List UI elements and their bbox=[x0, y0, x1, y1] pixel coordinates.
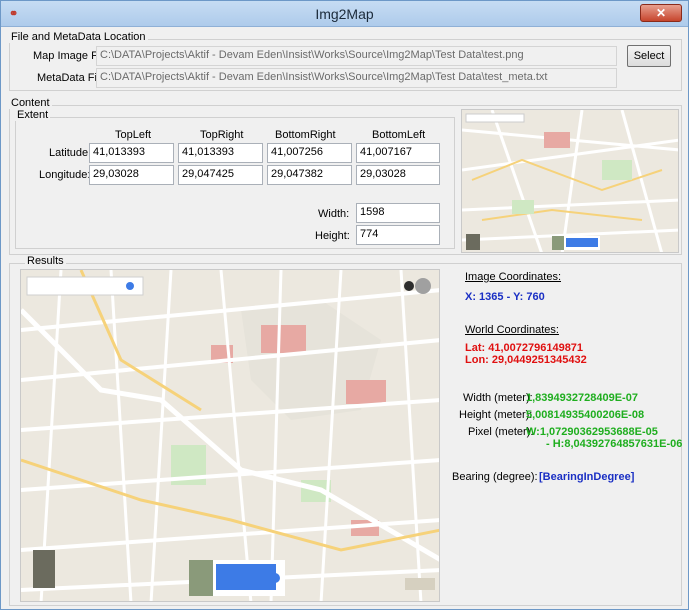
column-topleft: TopLeft bbox=[115, 129, 152, 141]
bearing-label: Bearing (degree): bbox=[452, 471, 538, 483]
height-meter-label: Height (meter): bbox=[459, 409, 533, 421]
longitude-bottomleft-field[interactable]: 29,03028 bbox=[356, 165, 440, 185]
pixel-meter-w: W:1,07290362953688E-05 bbox=[526, 426, 658, 438]
map-image-field[interactable]: C:\DATA\Projects\Aktif - Devam Eden\Insi… bbox=[96, 46, 617, 66]
height-field[interactable]: 774 bbox=[356, 225, 440, 245]
longitude-topright-field[interactable]: 29,047425 bbox=[178, 165, 263, 185]
lon-value: Lon: 29,0449251345432 bbox=[465, 354, 587, 366]
file-metadata-caption: File and MetaData Location bbox=[9, 31, 148, 43]
world-coords-heading: World Coordinates: bbox=[465, 324, 559, 336]
latitude-bottomleft-field[interactable]: 41,007167 bbox=[356, 143, 440, 163]
image-coords-value: X: 1365 - Y: 760 bbox=[465, 291, 545, 303]
width-label: Width: bbox=[318, 208, 350, 220]
latitude-bottomright-field[interactable]: 41,007256 bbox=[267, 143, 352, 163]
bearing-value: [BearingInDegree] bbox=[539, 471, 635, 483]
width-meter-label: Width (meter): bbox=[463, 392, 533, 404]
column-bottomright: BottomRight bbox=[275, 129, 336, 141]
image-coords-heading: Image Coordinates: bbox=[465, 271, 561, 283]
latitude-topright-field[interactable]: 41,013393 bbox=[178, 143, 263, 163]
width-meter-value: 1,8394932728409E-07 bbox=[526, 392, 638, 404]
longitude-topleft-field[interactable]: 29,03028 bbox=[89, 165, 174, 185]
column-topright: TopRight bbox=[200, 129, 244, 141]
height-label: Height: bbox=[315, 230, 350, 242]
map-image-graphic bbox=[21, 270, 439, 601]
close-button[interactable]: ✕ bbox=[640, 4, 682, 22]
width-field[interactable]: 1598 bbox=[356, 203, 440, 223]
metadata-field[interactable]: C:\DATA\Projects\Aktif - Devam Eden\Insi… bbox=[96, 68, 617, 88]
longitude-label: Longitude: bbox=[39, 169, 91, 181]
column-bottomleft: BottomLeft bbox=[372, 129, 426, 141]
latitude-label: Latitude: bbox=[49, 147, 92, 159]
height-meter-value: 5,00814935400206E-08 bbox=[526, 409, 645, 421]
map-thumbnail-graphic bbox=[462, 110, 678, 252]
window-title: Img2Map bbox=[315, 6, 374, 22]
title-bar: ⚭ Img2Map ✕ bbox=[1, 1, 688, 27]
lat-value: Lat: 41,0072796149871 bbox=[465, 342, 584, 354]
content-caption: Content bbox=[9, 97, 52, 109]
latitude-topleft-field[interactable]: 41,013393 bbox=[89, 143, 174, 163]
map-image[interactable] bbox=[20, 269, 440, 602]
results-caption: Results bbox=[25, 255, 66, 267]
pixel-meter-label: Pixel (meter): bbox=[468, 426, 534, 438]
extent-caption: Extent bbox=[15, 109, 51, 121]
main-window: ⚭ Img2Map ✕ File and MetaData Location M… bbox=[0, 0, 689, 610]
pixel-meter-h: - H:8,04392764857631E-06 bbox=[546, 438, 683, 450]
map-thumbnail[interactable] bbox=[461, 109, 679, 253]
longitude-bottomright-field[interactable]: 29,047382 bbox=[267, 165, 352, 185]
select-button[interactable]: Select bbox=[627, 45, 671, 67]
